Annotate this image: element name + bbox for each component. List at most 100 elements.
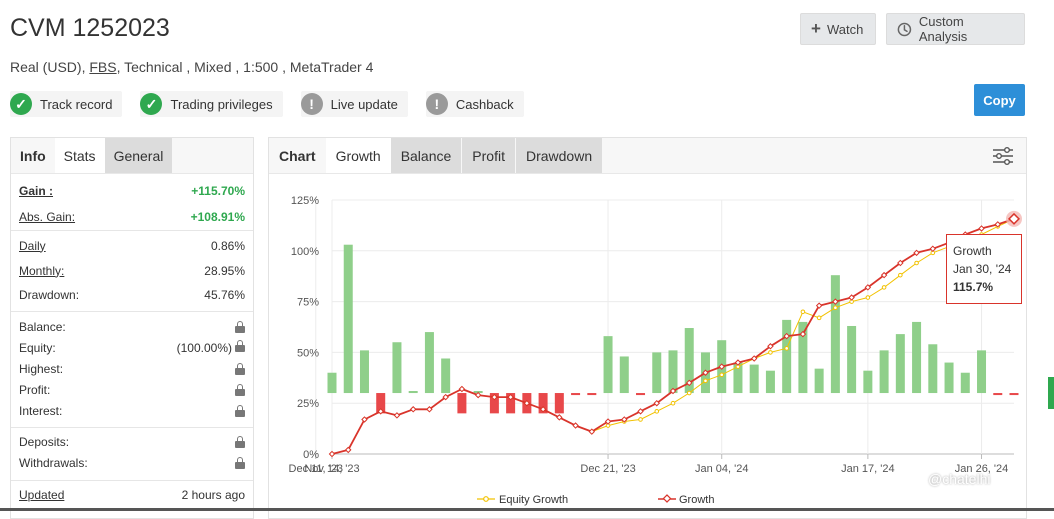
lock-icon (235, 340, 245, 352)
stat-label[interactable]: Monthly: (19, 264, 64, 278)
bar (944, 362, 954, 394)
exclamation-circle-icon: ! (425, 93, 448, 115)
chart-tabs: Chart Growth Balance Profit Drawdown (269, 138, 1026, 174)
bar (327, 372, 337, 394)
tab-growth[interactable]: Growth (325, 138, 391, 173)
equity-growth-point (703, 378, 708, 384)
legend-growth[interactable]: Growth (679, 494, 714, 506)
bar (554, 393, 564, 414)
stat-monthly: Monthly: 28.95% (11, 260, 253, 281)
account-details: , Technical , Mixed , 1:500 , MetaTrader… (116, 59, 374, 75)
tab-chart[interactable]: Chart (269, 138, 326, 173)
tab-drawdown[interactable]: Drawdown (515, 138, 603, 173)
stat-label: Withdrawals: (19, 455, 88, 470)
tab-profit[interactable]: Profit (462, 138, 515, 173)
bar (603, 336, 613, 394)
badge-label: Live update (330, 96, 398, 112)
stat-gain: Gain : +115.70% (11, 180, 253, 201)
stat-interest: Interest: (11, 400, 253, 421)
bar (960, 372, 970, 394)
check-circle-icon: ✓ (140, 93, 163, 115)
growth-point (393, 412, 401, 419)
stat-label[interactable]: Gain : (19, 184, 53, 198)
bar (782, 319, 792, 394)
bar (619, 356, 629, 394)
badge-track-record: ✓ Track record (10, 91, 123, 117)
stat-updated: Updated 2 hours ago (11, 484, 253, 505)
stat-value: +115.70% (191, 183, 245, 198)
y-axis-ticks: 0% 25% 50% 75% 100% 125% (291, 195, 319, 461)
bar (1009, 393, 1019, 396)
stat-label[interactable]: Updated (19, 488, 64, 502)
x-axis-ticks: Nov 14, '23Dec 11, '23 Dec 21, '23 Jan 04,… (289, 463, 1009, 475)
bar (457, 393, 467, 414)
growth-point (409, 406, 417, 413)
bar (571, 393, 581, 396)
tab-stats[interactable]: Stats (54, 138, 105, 173)
chart-legend: Equity Growth Growth (477, 494, 714, 506)
growth-point (474, 391, 482, 399)
tab-info[interactable]: Info (11, 138, 55, 173)
tooltip-date: Jan 30, '24 (953, 262, 1012, 276)
equity-growth-point (638, 417, 643, 422)
stat-daily: Daily 0.86% (11, 235, 253, 256)
lock-icon (235, 404, 245, 417)
clock-icon (897, 22, 912, 36)
stat-label[interactable]: Daily (19, 239, 46, 253)
side-scroll-indicator[interactable] (1048, 377, 1054, 409)
bar (814, 368, 824, 394)
bar (343, 244, 353, 394)
y-tick-label: 125% (291, 195, 319, 207)
bar (928, 344, 938, 394)
check-circle-icon: ✓ (10, 93, 32, 115)
broker-link[interactable]: FBS (89, 59, 116, 75)
chart-tooltip: Growth Jan 30, '24 115.7% (946, 234, 1022, 304)
lock-icon (235, 435, 245, 448)
stat-highest: Highest: (11, 358, 253, 379)
badge-label: Cashback (455, 96, 514, 112)
account-subtitle: Real (USD), FBS, Technical , Mixed , 1:5… (10, 59, 374, 75)
watch-button[interactable]: + Watch (800, 13, 876, 45)
x-tick-label: Jan 17, '24 (841, 463, 894, 475)
page-title: CVM 1252023 (10, 14, 170, 42)
bar (847, 325, 857, 394)
bar (993, 393, 1003, 396)
lock-icon (235, 320, 245, 333)
equity-growth-point (686, 390, 692, 396)
bar (765, 370, 775, 394)
stat-value: 0.86% (210, 238, 245, 253)
stat-equity: Equity: (100.00%) (11, 337, 253, 358)
stats-tabs: Info Stats General (11, 138, 253, 174)
bar (392, 342, 402, 394)
verification-badges: ✓ Track record ✓ Trading privileges ! Li… (10, 91, 524, 117)
x-tick-label: Jan 04, '24 (695, 463, 748, 475)
custom-analysis-label: Custom Analysis (918, 14, 968, 44)
y-tick-label: 25% (297, 398, 319, 410)
tab-balance[interactable]: Balance (390, 138, 462, 173)
custom-analysis-button[interactable]: Custom Analysis (886, 13, 1025, 45)
equity-growth-point (670, 400, 676, 406)
growth-line (331, 218, 1015, 455)
equity-growth-point (768, 350, 773, 355)
chart-panel: Chart Growth Balance Profit Drawdown 0% 2… (268, 137, 1027, 519)
badge-cashback: ! Cashback (425, 91, 524, 117)
bar (895, 334, 905, 394)
stat-deposits: Deposits: (11, 431, 253, 452)
copy-button[interactable]: Copy (974, 84, 1025, 116)
stat-value: 28.95% (204, 263, 245, 278)
equity-growth-point (784, 346, 789, 351)
plus-icon: + (811, 19, 821, 38)
bar (668, 350, 678, 394)
stat-label[interactable]: Abs. Gain: (19, 210, 75, 224)
tooltip-value: 115.7% (953, 280, 994, 294)
stat-label: Highest: (19, 361, 64, 376)
growth-chart[interactable]: 0%25%50%75%100%125% Nov 14, '23Dec 11, '… (269, 174, 1026, 517)
bar (408, 391, 418, 394)
stat-label: Profit: (19, 382, 51, 397)
stat-label: Interest: (19, 403, 63, 418)
y-tick-label: 50% (297, 347, 319, 359)
legend-equity-growth[interactable]: Equity Growth (499, 494, 568, 506)
chart-settings-icon[interactable] (992, 146, 1014, 166)
bar (879, 350, 889, 394)
tab-general[interactable]: General (104, 138, 173, 173)
